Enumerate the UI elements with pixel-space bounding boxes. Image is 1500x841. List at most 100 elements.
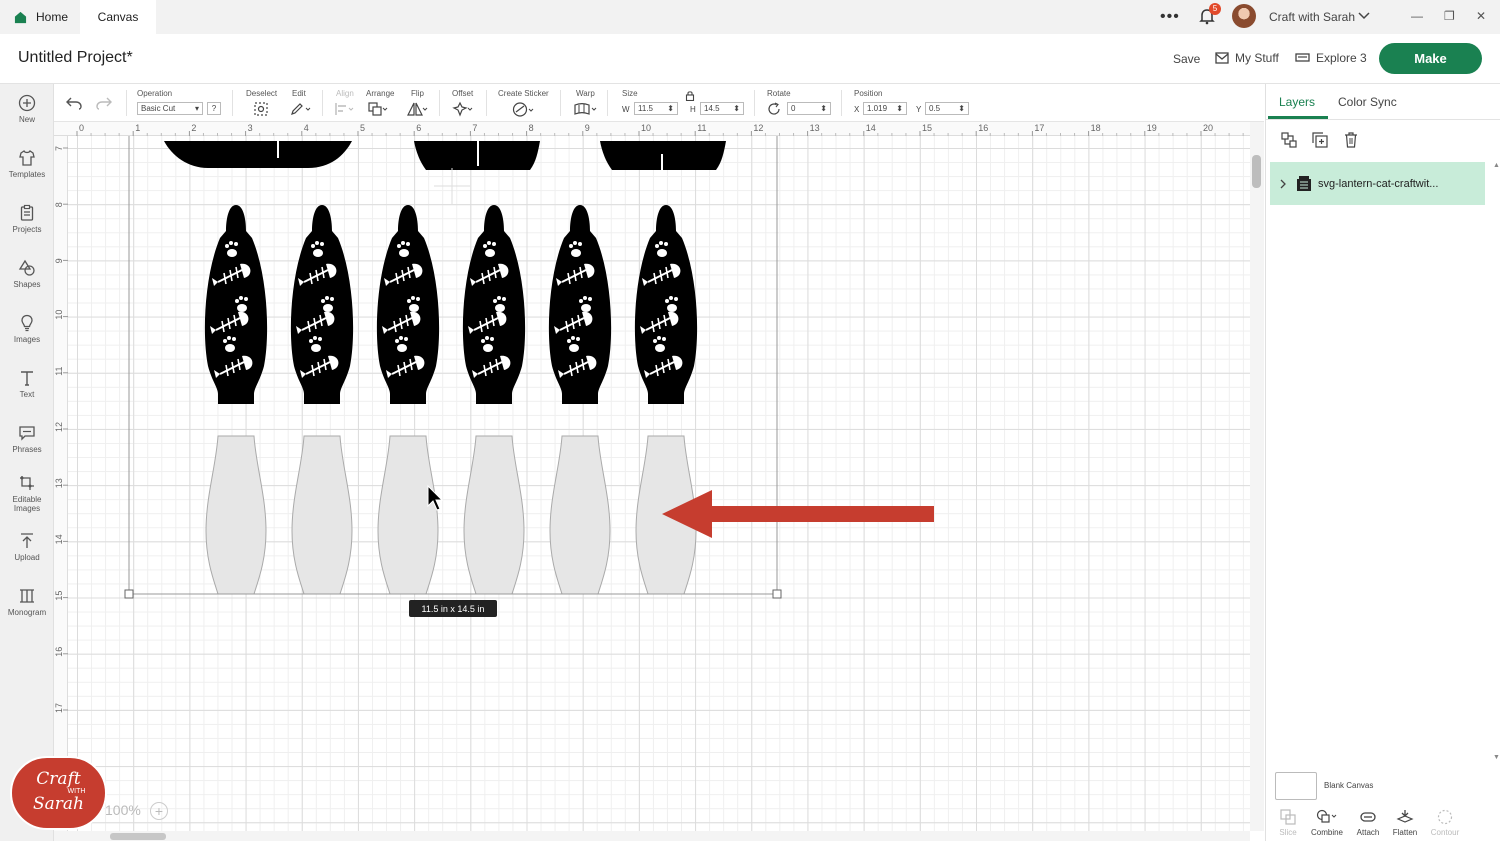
redo-icon[interactable]: [96, 96, 112, 110]
group-icon[interactable]: [1280, 131, 1298, 149]
black-lantern-panel[interactable]: [548, 205, 612, 404]
sidebar-item-monogram[interactable]: Monogram: [0, 587, 54, 617]
sticker-icon[interactable]: [512, 101, 536, 118]
horizontal-scroll-thumb[interactable]: [110, 833, 166, 840]
slice-button[interactable]: Slice: [1268, 808, 1308, 837]
black-lantern-panel[interactable]: [204, 205, 268, 404]
height-input[interactable]: 14.5 ⬍: [700, 102, 744, 115]
sidebar-item-new[interactable]: New: [0, 94, 54, 124]
text-icon: [21, 371, 33, 386]
contour-label: Contour: [1430, 828, 1460, 837]
undo-icon[interactable]: [66, 96, 82, 110]
grey-lantern-panel[interactable]: [291, 435, 353, 595]
machine-label: Explore 3: [1316, 51, 1367, 65]
flatten-button[interactable]: Flatten: [1385, 808, 1425, 837]
contour-button[interactable]: Contour: [1425, 808, 1465, 837]
black-lantern-panel[interactable]: [634, 205, 698, 404]
operation-help-button[interactable]: ?: [207, 102, 221, 115]
layer-row[interactable]: svg-lantern-cat-craftwit...: [1270, 162, 1485, 205]
restore-icon[interactable]: ❐: [1444, 9, 1455, 23]
sidebar-item-upload[interactable]: Upload: [0, 532, 54, 562]
warp-icon[interactable]: [573, 101, 599, 117]
paw-print-toe: [569, 244, 573, 248]
sidebar-item-shapes[interactable]: Shapes: [0, 259, 54, 289]
paw-print-toe: [483, 244, 487, 248]
tab-canvas[interactable]: Canvas: [80, 0, 156, 34]
trash-icon[interactable]: [1342, 131, 1360, 149]
operation-select[interactable]: Basic Cut ▾: [137, 102, 203, 115]
machine-button[interactable]: Explore 3: [1295, 51, 1367, 65]
combine-label: Combine: [1310, 828, 1343, 837]
selection-handle[interactable]: [124, 589, 134, 599]
deselect-label: Deselect: [246, 89, 278, 98]
paw-print-toe: [223, 339, 227, 343]
project-title[interactable]: Untitled Project*: [18, 49, 133, 67]
tab-layers[interactable]: Layers: [1279, 95, 1315, 109]
more-options-icon[interactable]: •••: [1160, 8, 1180, 26]
offset-icon[interactable]: [452, 101, 474, 117]
flip-label: Flip: [411, 89, 424, 98]
tab-home[interactable]: Home: [10, 0, 82, 34]
grey-lantern-panel[interactable]: [549, 435, 611, 595]
design-artwork: [124, 136, 934, 599]
ruler-label: 17: [1034, 123, 1044, 133]
blank-canvas-swatch[interactable]: [1275, 772, 1317, 800]
horizontal-scrollbar[interactable]: [54, 831, 1250, 841]
vertical-scroll-thumb[interactable]: [1252, 155, 1261, 188]
position-y-value: 0.5: [929, 104, 941, 113]
layers-scrollbar[interactable]: ▲ ▼: [1492, 162, 1500, 762]
paw-print-toe: [309, 339, 313, 343]
close-icon[interactable]: ✕: [1476, 9, 1486, 23]
my-stuff-button[interactable]: My Stuff: [1215, 51, 1279, 65]
position-x-value: 1.019: [867, 104, 888, 113]
zoom-in-button[interactable]: +: [150, 802, 168, 820]
position-label: Position: [854, 89, 883, 98]
flip-icon[interactable]: [407, 101, 429, 117]
position-y-input[interactable]: 0.5 ⬍: [925, 102, 969, 115]
sidebar-item-text[interactable]: Text: [0, 369, 54, 399]
black-lantern-panels: [204, 205, 698, 404]
sidebar-item-phrases[interactable]: Phrases: [0, 424, 54, 454]
paw-print-toe: [655, 244, 659, 248]
plus-circle-icon: [18, 94, 36, 112]
position-x-input[interactable]: 1.019 ⬍: [863, 102, 907, 115]
arrange-icon[interactable]: [367, 101, 389, 117]
sidebar-item-editable-images[interactable]: Editable Images: [0, 474, 54, 513]
scroll-up-icon[interactable]: ▲: [1493, 162, 1500, 169]
scroll-down-icon[interactable]: ▼: [1493, 754, 1500, 761]
attach-button[interactable]: Attach: [1348, 808, 1388, 837]
rotate-input[interactable]: 0 ⬍: [787, 102, 831, 115]
duplicate-icon[interactable]: [1311, 131, 1329, 149]
width-input[interactable]: 11.5 ⬍: [634, 102, 678, 115]
avatar[interactable]: [1232, 4, 1256, 28]
chevron-down-icon[interactable]: [1358, 10, 1370, 22]
black-lantern-panel[interactable]: [462, 205, 526, 404]
pencil-icon[interactable]: [290, 101, 312, 117]
deselect-icon[interactable]: [253, 101, 269, 117]
vertical-scrollbar[interactable]: [1250, 122, 1264, 831]
grey-lantern-panels: [205, 435, 697, 595]
selection-handle[interactable]: [772, 589, 782, 599]
ruler-label: 19: [1147, 123, 1157, 133]
grey-lantern-panel[interactable]: [205, 435, 267, 595]
sidebar-item-projects[interactable]: Projects: [0, 204, 54, 234]
black-lantern-panel[interactable]: [376, 205, 440, 404]
design-canvas[interactable]: [68, 136, 1250, 831]
paw-print: [667, 304, 677, 312]
combine-button[interactable]: Combine: [1307, 808, 1347, 837]
ruler-label: 14: [54, 534, 64, 544]
black-lantern-panel[interactable]: [290, 205, 354, 404]
sidebar-item-images[interactable]: Images: [0, 314, 54, 344]
tab-color-sync[interactable]: Color Sync: [1338, 95, 1397, 109]
grey-lantern-panel[interactable]: [463, 435, 525, 595]
chevron-right-icon[interactable]: [1278, 179, 1288, 189]
lock-icon[interactable]: [685, 90, 695, 101]
lantern-top-piece[interactable]: [164, 141, 352, 168]
sidebar-item-templates[interactable]: Templates: [0, 149, 54, 179]
paw-print-toe: [232, 337, 236, 341]
make-button[interactable]: Make: [1379, 43, 1482, 74]
account-name[interactable]: Craft with Sarah: [1269, 10, 1355, 24]
grey-lantern-panel[interactable]: [377, 435, 439, 595]
save-button[interactable]: Save: [1173, 52, 1200, 66]
minimize-icon[interactable]: —: [1411, 9, 1423, 23]
